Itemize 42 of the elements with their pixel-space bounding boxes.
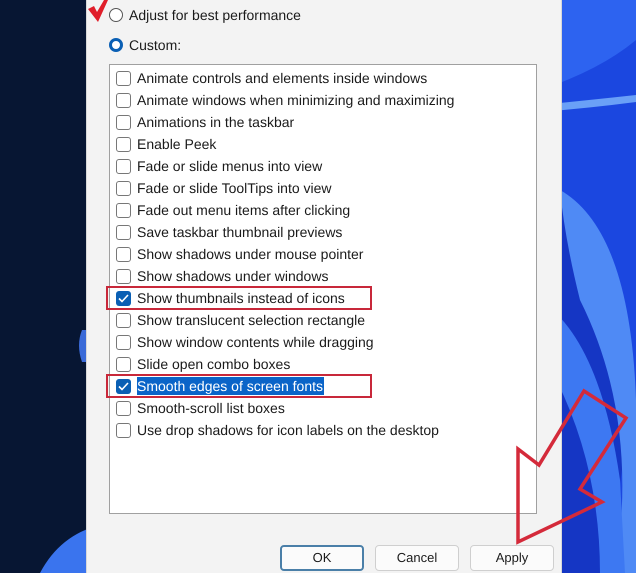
checkbox[interactable] (116, 136, 131, 152)
setting-label[interactable]: Enable Peek (137, 135, 216, 153)
checkbox[interactable] (116, 268, 131, 284)
checkbox[interactable] (116, 400, 131, 416)
dialog-button[interactable]: OK (280, 545, 364, 571)
setting-label[interactable]: Animate controls and elements inside windows (137, 69, 428, 87)
radio-button[interactable] (109, 8, 123, 22)
dialog-button[interactable]: Cancel (375, 545, 459, 571)
checkbox[interactable] (116, 158, 131, 174)
checkbox[interactable] (116, 180, 131, 196)
radio-label: Custom: (129, 36, 182, 54)
checkbox[interactable] (116, 312, 131, 328)
checkbox[interactable] (116, 202, 131, 218)
radio-label: Adjust for best performance (129, 6, 301, 25)
radio-button[interactable] (109, 38, 123, 52)
setting-label[interactable]: Show thumbnails instead of icons (137, 289, 345, 307)
dialog-button[interactable]: Apply (470, 545, 554, 571)
checkmark-icon (88, 0, 108, 24)
checkbox[interactable] (116, 356, 131, 372)
setting-label[interactable]: Show shadows under windows (137, 267, 328, 285)
setting-label[interactable]: Animate windows when minimizing and maximizing (137, 91, 454, 109)
setting-label[interactable]: Slide open combo boxes (137, 355, 290, 373)
setting-label[interactable]: Smooth edges of screen fonts (137, 377, 324, 395)
setting-label[interactable]: Fade or slide ToolTips into view (137, 179, 332, 197)
checkbox[interactable] (116, 334, 131, 350)
setting-label[interactable]: Show shadows under mouse pointer (137, 245, 364, 263)
checkbox[interactable] (116, 70, 131, 86)
setting-label[interactable]: Use drop shadows for icon labels on the desktop (137, 421, 439, 439)
checkbox[interactable] (116, 246, 131, 262)
checkbox[interactable] (116, 290, 131, 306)
checkbox[interactable] (116, 422, 131, 438)
checkbox[interactable] (116, 378, 131, 394)
checkbox[interactable] (116, 224, 131, 240)
setting-label[interactable]: Save taskbar thumbnail previews (137, 223, 342, 241)
setting-label[interactable]: Show translucent selection rectangle (137, 311, 366, 329)
setting-label[interactable]: Smooth-scroll list boxes (137, 399, 285, 417)
setting-label[interactable]: Fade or slide menus into view (137, 157, 322, 175)
setting-label[interactable]: Fade out menu items after clicking (137, 201, 350, 219)
setting-label[interactable]: Animations in the taskbar (137, 113, 294, 131)
checkbox[interactable] (116, 92, 131, 108)
setting-label[interactable]: Show window contents while dragging (137, 333, 374, 351)
checkbox[interactable] (116, 114, 131, 130)
